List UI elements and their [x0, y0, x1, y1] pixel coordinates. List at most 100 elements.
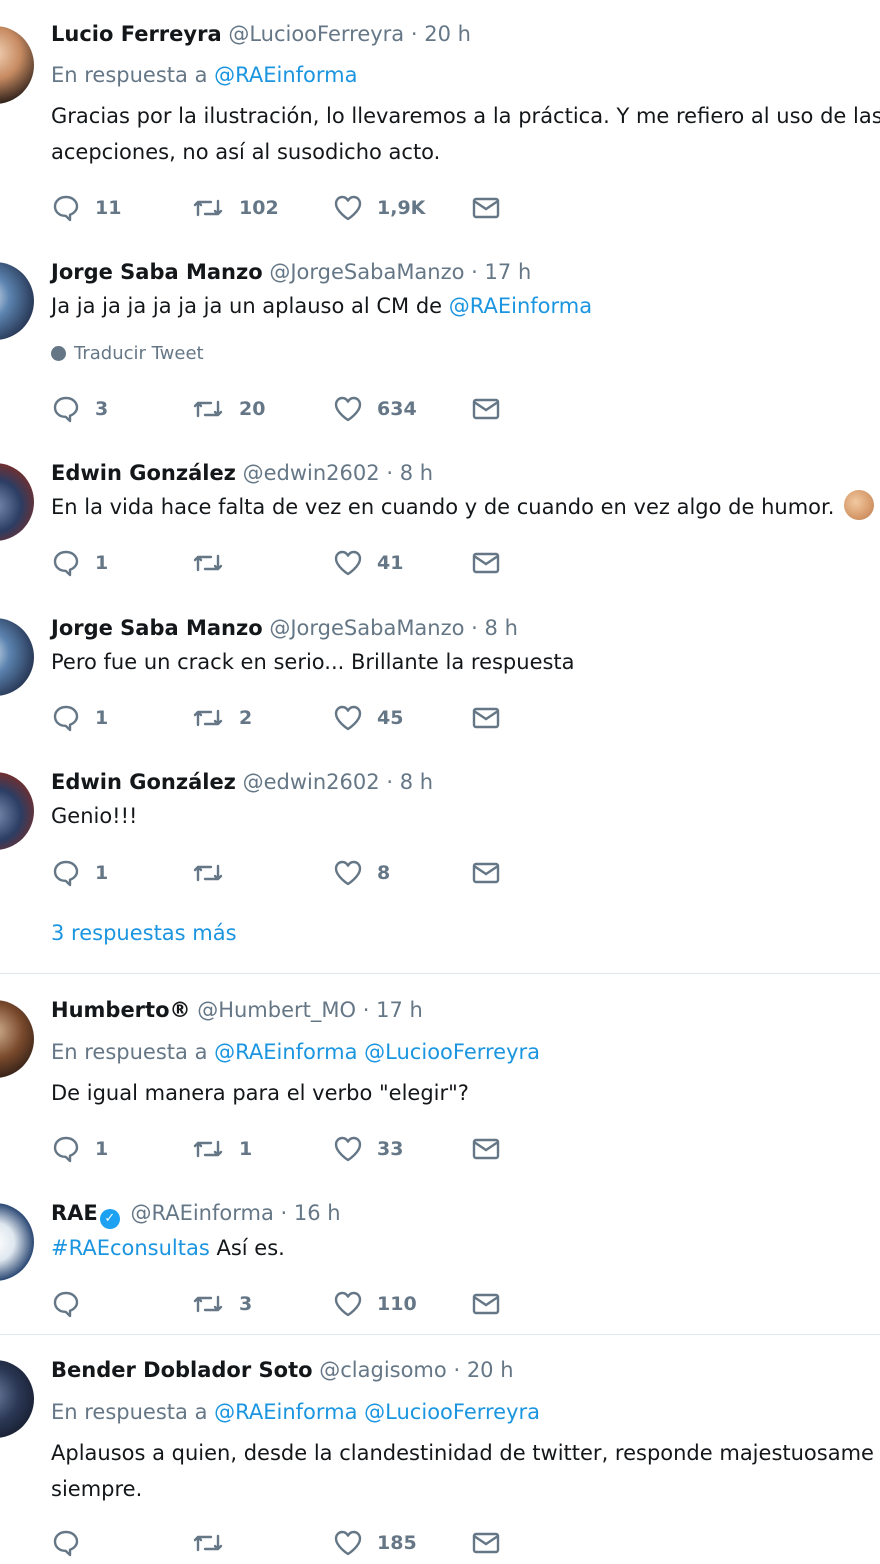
like-button[interactable]: 110	[333, 1288, 417, 1320]
reply-button[interactable]: 11	[51, 192, 121, 224]
reply-icon	[51, 548, 81, 578]
author-name[interactable]: RAE	[51, 1201, 98, 1225]
tweet-actions: 11 102 1,9K	[51, 192, 571, 224]
mention-link[interactable]: @LuciooFerreyra	[364, 1040, 540, 1064]
like-count: 110	[377, 1293, 417, 1315]
timestamp[interactable]: 16 h	[294, 1201, 341, 1225]
avatar[interactable]	[0, 1360, 34, 1438]
dm-button[interactable]	[471, 702, 501, 734]
like-icon	[333, 858, 363, 888]
like-button[interactable]: 185	[333, 1527, 417, 1559]
mention-link[interactable]: @RAEinforma	[449, 294, 592, 318]
like-count: 1,9K	[377, 197, 426, 219]
tweet-actions: 1 1 33	[51, 1133, 571, 1165]
reply-button[interactable]: 1	[51, 1133, 108, 1165]
dm-button[interactable]	[471, 857, 501, 889]
avatar[interactable]	[0, 463, 34, 541]
author-handle[interactable]: @edwin2602	[243, 461, 380, 485]
author-name[interactable]: Edwin González	[51, 461, 236, 485]
reply-button[interactable]: 3	[51, 393, 108, 425]
timestamp[interactable]: 20 h	[467, 1358, 514, 1382]
retweet-button[interactable]: 20	[191, 393, 265, 425]
retweet-button[interactable]: 2	[191, 702, 252, 734]
tweet-text: Gracias por la ilustración, lo llevaremo…	[51, 98, 880, 170]
dm-icon	[471, 193, 501, 223]
mention-link[interactable]: @RAEinforma	[214, 1400, 357, 1424]
timestamp[interactable]: 17 h	[485, 260, 532, 284]
like-count: 185	[377, 1532, 417, 1554]
translate-link[interactable]: Traducir Tweet	[51, 343, 204, 364]
like-icon	[333, 1134, 363, 1164]
like-button[interactable]: 41	[333, 547, 403, 579]
tweet-text: De igual manera para el verbo "elegir"?	[51, 1075, 469, 1111]
timestamp[interactable]: 17 h	[376, 998, 423, 1022]
reply-icon	[51, 193, 81, 223]
reply-button[interactable]: 1	[51, 547, 108, 579]
mention-link[interactable]: @LuciooFerreyra	[364, 1400, 540, 1424]
reply-button[interactable]: 1	[51, 702, 108, 734]
avatar[interactable]	[0, 772, 34, 850]
separator-dot: ·	[386, 770, 393, 794]
reply-prefix: En respuesta a	[51, 1400, 208, 1424]
author-handle[interactable]: @edwin2602	[243, 770, 380, 794]
like-button[interactable]: 634	[333, 393, 417, 425]
like-button[interactable]: 33	[333, 1133, 403, 1165]
retweet-button[interactable]	[191, 857, 239, 889]
retweet-button[interactable]	[191, 1527, 239, 1559]
timestamp[interactable]: 8 h	[485, 616, 518, 640]
tweet-text: Genio!!!	[51, 798, 137, 834]
avatar[interactable]	[0, 1203, 34, 1281]
author-name[interactable]: Bender Doblador Soto	[51, 1358, 313, 1382]
mention-link[interactable]: @RAEinforma	[214, 63, 357, 87]
avatar[interactable]	[0, 262, 34, 340]
author-name[interactable]: Edwin González	[51, 770, 236, 794]
avatar[interactable]	[0, 26, 34, 104]
dm-button[interactable]	[471, 1527, 501, 1559]
author-handle[interactable]: @LuciooFerreyra	[228, 22, 404, 46]
mention-link[interactable]: @RAEinforma	[214, 1040, 357, 1064]
tweet-text-line: Gracias por la ilustración, lo llevaremo…	[51, 104, 880, 128]
retweet-button[interactable]	[191, 547, 239, 579]
author-name[interactable]: Humberto®	[51, 998, 191, 1022]
author-handle[interactable]: @JorgeSabaManzo	[269, 616, 464, 640]
author-name[interactable]: Jorge Saba Manzo	[51, 260, 263, 284]
dm-icon	[471, 1289, 501, 1319]
author-handle[interactable]: @RAEinforma	[130, 1201, 273, 1225]
hashtag-link[interactable]: #RAEconsultas	[51, 1236, 210, 1260]
separator-dot: ·	[471, 260, 478, 284]
author-handle[interactable]: @JorgeSabaManzo	[269, 260, 464, 284]
reply-button[interactable]	[51, 1288, 95, 1320]
reply-button[interactable]: 1	[51, 857, 108, 889]
more-replies-link[interactable]: 3 respuestas más	[51, 921, 237, 945]
clap-emoji-icon	[844, 490, 875, 520]
dm-button[interactable]	[471, 1288, 501, 1320]
like-button[interactable]: 1,9K	[333, 192, 425, 224]
reply-button[interactable]	[51, 1527, 95, 1559]
dm-button[interactable]	[471, 1133, 501, 1165]
reply-icon	[51, 703, 81, 733]
avatar[interactable]	[0, 618, 34, 696]
author-name[interactable]: Jorge Saba Manzo	[51, 616, 263, 640]
author-handle[interactable]: @clagisomo	[319, 1358, 447, 1382]
retweet-icon	[191, 1134, 225, 1164]
tweet-text: Pero fue un crack en serio... Brillante …	[51, 644, 575, 680]
retweet-button[interactable]: 3	[191, 1288, 252, 1320]
dm-button[interactable]	[471, 192, 501, 224]
like-button[interactable]: 8	[333, 857, 390, 889]
timestamp[interactable]: 8 h	[400, 770, 433, 794]
like-count: 33	[377, 1138, 404, 1160]
avatar[interactable]	[0, 1000, 34, 1078]
author-name[interactable]: Lucio Ferreyra	[51, 22, 222, 46]
like-button[interactable]: 45	[333, 702, 403, 734]
reply-context: En respuesta a @RAEinforma @LuciooFerrey…	[51, 1040, 540, 1064]
reply-count: 3	[95, 398, 109, 420]
tweet-actions: 3 20 634	[51, 393, 571, 425]
author-handle[interactable]: @Humbert_MO	[197, 998, 356, 1022]
retweet-button[interactable]: 102	[191, 192, 279, 224]
timestamp[interactable]: 8 h	[400, 461, 433, 485]
dm-button[interactable]	[471, 547, 501, 579]
retweet-button[interactable]: 1	[191, 1133, 252, 1165]
separator-dot: ·	[362, 998, 370, 1022]
timestamp[interactable]: 20 h	[424, 22, 471, 46]
dm-button[interactable]	[471, 393, 501, 425]
